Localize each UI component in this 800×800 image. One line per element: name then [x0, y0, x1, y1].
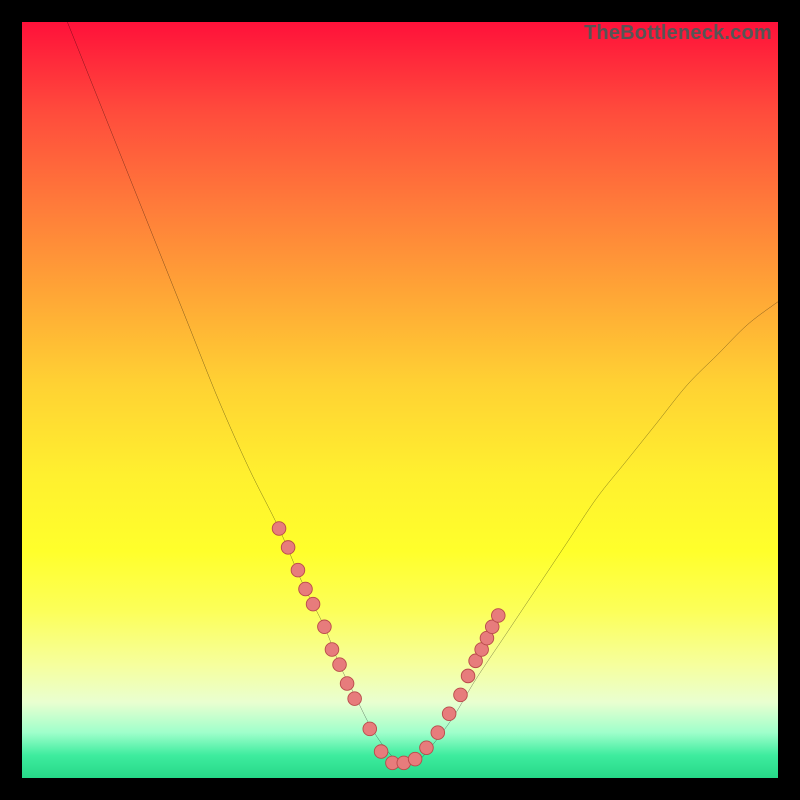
highlight-dot [318, 620, 332, 634]
highlight-dot [340, 677, 354, 691]
highlight-dot [442, 707, 456, 721]
highlight-dots [272, 522, 505, 770]
chart-root: TheBottleneck.com [0, 0, 800, 800]
plot-area: TheBottleneck.com [22, 22, 778, 778]
highlight-dot [363, 722, 377, 736]
highlight-dot [461, 669, 475, 683]
highlight-dot [348, 692, 362, 706]
highlight-dot [281, 541, 295, 555]
bottleneck-curve [67, 22, 778, 765]
highlight-dot [491, 609, 505, 623]
curve-layer [22, 22, 778, 778]
highlight-dot [306, 597, 320, 611]
highlight-dot [408, 752, 422, 766]
highlight-dot [333, 658, 347, 672]
highlight-dot [291, 563, 305, 577]
highlight-dot [325, 643, 339, 657]
highlight-dot [299, 582, 313, 596]
highlight-dot [272, 522, 286, 536]
highlight-dot [374, 745, 388, 759]
highlight-dot [454, 688, 468, 702]
highlight-dot [420, 741, 434, 755]
highlight-dot [431, 726, 445, 740]
